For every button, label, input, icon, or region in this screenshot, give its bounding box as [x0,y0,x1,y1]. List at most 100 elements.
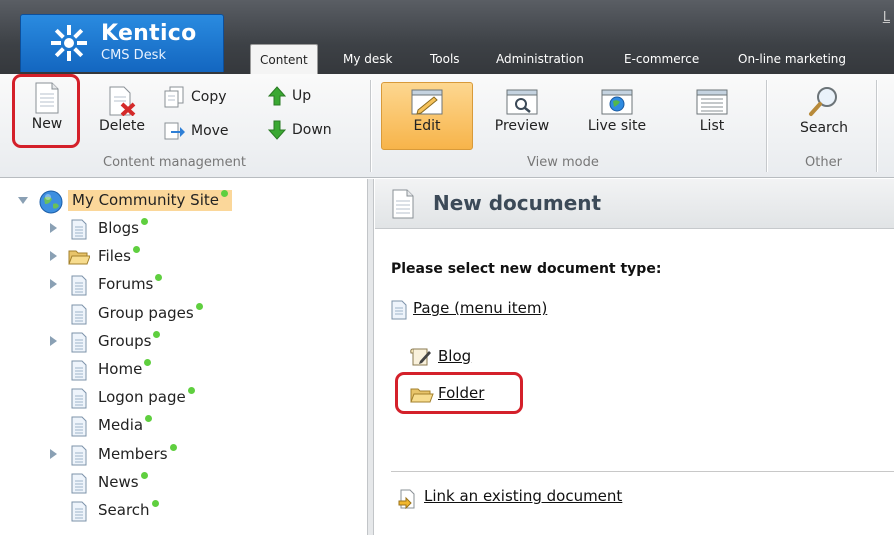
tree-node-text: Group pages [98,303,194,322]
tree-node[interactable]: Forums [50,273,350,297]
tree-node[interactable]: Members [50,443,350,467]
edit-icon [411,89,443,115]
tree-node-text: Home [98,360,143,378]
group-separator [876,80,877,172]
tree-node[interactable]: Groups [50,330,350,354]
published-status-dot [145,415,153,423]
search-button-label: Search [799,120,849,136]
tree-root-label: My Community Site [68,190,232,211]
expand-arrow-icon[interactable] [50,251,57,262]
link-existing-document-link[interactable]: Link an existing document [398,487,622,509]
panel-splitter[interactable] [368,179,374,535]
app-header: Kentico CMS Desk L Content My desk Tools… [0,0,894,74]
tree-node[interactable]: Group pages [50,302,350,326]
collapse-arrow-icon[interactable] [18,197,28,204]
tree-node-text: Members [98,444,168,463]
tree-node-label: Media [98,415,153,434]
move-button[interactable]: Move [163,120,229,142]
page-icon [71,275,87,296]
live-site-label: Live site [587,118,647,134]
doc-type-page-link[interactable]: Page (menu item) [391,299,547,320]
tree-node-text: Forums [98,275,154,294]
tab-content[interactable]: Content [250,44,318,74]
published-status-dot [140,218,148,225]
page-icon [71,501,87,522]
new-document-panel: New document Please select new document … [375,179,894,535]
tree-node-label: Home [98,359,152,378]
copy-button-label: Copy [191,89,227,105]
tree-node[interactable]: Logon page [50,386,350,410]
tree-node-label: Members [98,443,177,463]
expand-arrow-icon[interactable] [50,279,57,290]
move-down-button[interactable]: Down [268,120,332,140]
copy-icon [164,86,184,108]
tree-node[interactable]: News [50,471,350,495]
published-status-dot [151,500,159,507]
group-label-content-management: Content management [103,155,246,170]
tree-node-text: Search [98,501,150,519]
tab-my-desk[interactable]: My desk [343,52,392,66]
preview-mode-label: Preview [494,118,550,134]
tree-node[interactable]: Files [50,245,350,269]
page-icon [391,300,407,320]
move-down-label: Down [292,122,332,138]
search-button[interactable]: Search [790,84,858,136]
tree-node-text: Logon page [98,388,186,407]
link-document-icon [398,489,415,509]
live-site-button[interactable]: Live site [580,88,654,134]
brand-name: Kentico [101,21,197,46]
move-up-label: Up [292,88,312,104]
tree-node[interactable]: Blogs [50,217,350,241]
move-up-button[interactable]: Up [268,86,311,106]
tree-node[interactable]: Search [50,499,350,523]
doc-type-blog-link[interactable]: Blog [410,347,471,366]
main-tabs: Content My desk Tools Administration E-c… [0,44,894,74]
page-icon [71,219,87,240]
page-title: New document [433,191,602,215]
document-type-prompt: Please select new document type: [391,261,662,277]
tree-node-label: Blogs [98,218,148,237]
expand-arrow-icon[interactable] [50,448,57,459]
page-icon [71,416,87,437]
published-status-dot [144,359,152,366]
tab-e-commerce[interactable]: E-commerce [624,52,699,66]
group-label-other: Other [805,155,842,170]
published-status-dot [195,302,203,310]
preview-icon [506,89,538,115]
page-icon [71,445,87,466]
tab-online-marketing[interactable]: On-line marketing [738,52,846,66]
tree-node-text: Files [98,247,131,266]
tree-node-text: Blogs [98,219,139,237]
live-site-icon [601,89,633,115]
tree-node-label: Search [98,500,159,519]
arrow-down-icon [268,120,286,140]
tab-administration[interactable]: Administration [496,52,584,66]
list-mode-label: List [699,118,725,134]
page-icon [71,360,87,381]
tree-node[interactable]: Home [50,358,350,382]
new-button-highlight [12,74,80,148]
group-label-view-mode: View mode [527,155,599,170]
tree-root-node[interactable]: My Community Site [18,189,358,214]
published-status-dot [155,274,163,282]
move-icon [164,122,185,140]
tree-node-label: Forums [98,274,163,294]
tree-node[interactable]: Media [50,414,350,438]
list-icon [696,89,728,115]
expand-arrow-icon[interactable] [50,223,57,233]
list-mode-button[interactable]: List [688,88,736,134]
folder-highlight [395,372,523,414]
published-status-dot [187,387,195,395]
panel-header: New document [375,179,894,229]
search-icon [809,87,837,116]
tab-tools[interactable]: Tools [430,52,460,66]
delete-button[interactable]: Delete [94,86,150,134]
group-separator [766,80,767,172]
copy-button[interactable]: Copy [163,86,227,108]
expand-arrow-icon[interactable] [50,335,57,346]
edit-mode-button[interactable]: Edit [381,88,473,134]
globe-icon [39,190,63,214]
preview-mode-button[interactable]: Preview [488,88,556,134]
header-corner-link[interactable]: L [883,10,890,25]
tree-node-label: Group pages [98,302,203,322]
